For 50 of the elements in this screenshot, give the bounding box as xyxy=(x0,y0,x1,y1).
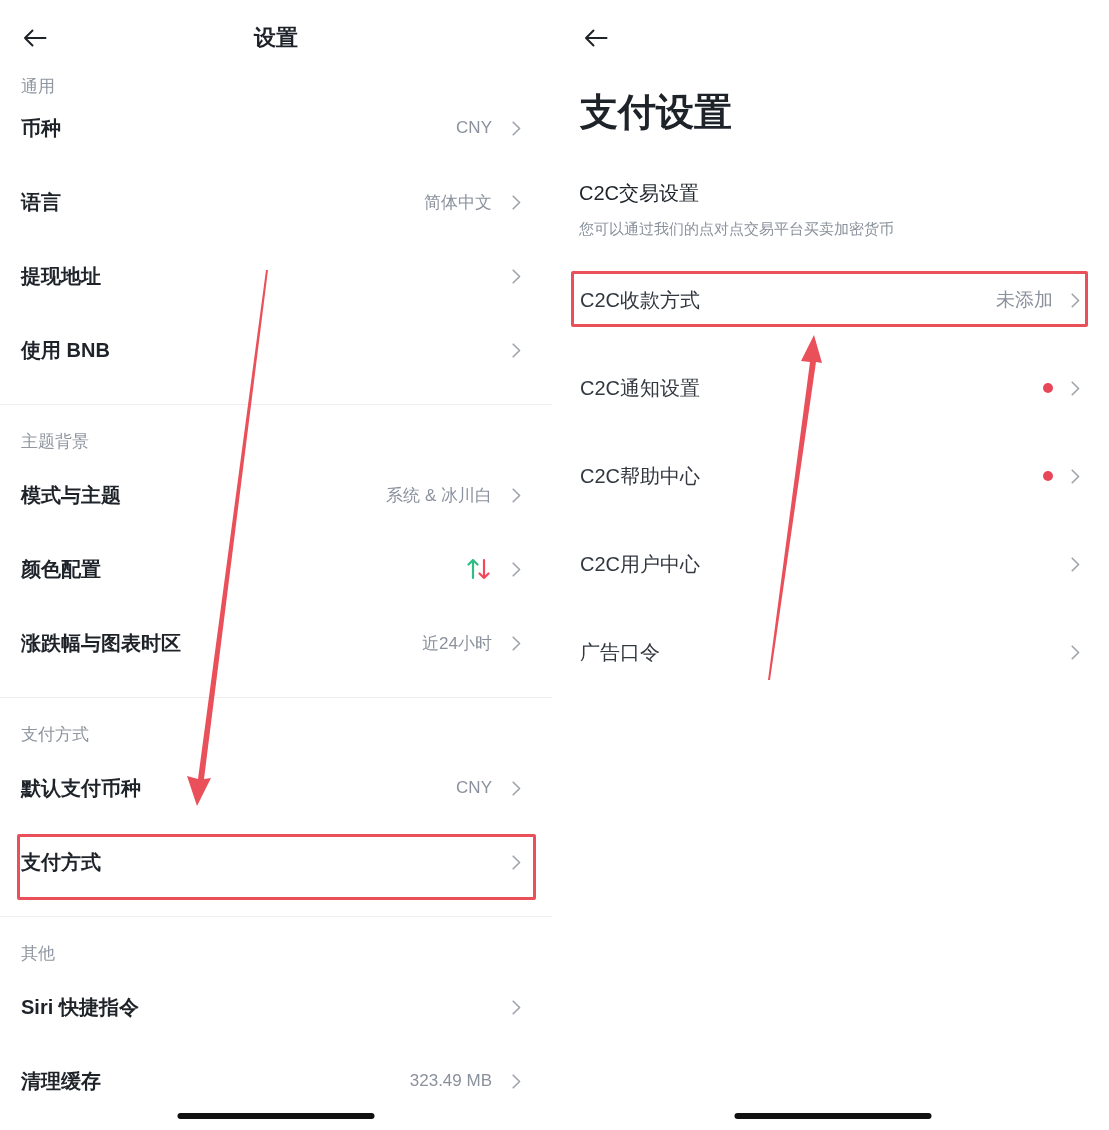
setting-label[interactable]: 支付方式 xyxy=(21,848,101,876)
setting-label[interactable]: Siri 快捷指令 xyxy=(21,993,139,1021)
setting-label[interactable]: C2C用户中心 xyxy=(580,550,700,578)
setting-label[interactable]: C2C收款方式 xyxy=(580,286,700,314)
setting-label[interactable]: 币种 xyxy=(21,114,61,142)
section-title: 通用 xyxy=(21,76,55,98)
screen-title: 支付设置 xyxy=(580,90,732,135)
section-title: 其他 xyxy=(21,943,55,965)
setting-value: 323.49 MB xyxy=(409,1071,492,1091)
setting-label[interactable]: 涨跌幅与图表时区 xyxy=(21,629,181,657)
chevron-right-icon xyxy=(512,999,521,1015)
setting-label[interactable]: 模式与主题 xyxy=(21,481,121,509)
chevron-right-icon xyxy=(512,268,521,284)
chevron-right-icon xyxy=(1071,644,1080,660)
setting-label[interactable]: C2C通知设置 xyxy=(580,374,700,402)
chevron-right-icon xyxy=(512,342,521,358)
setting-value: CNY xyxy=(456,778,492,798)
section-title: 支付方式 xyxy=(21,724,89,746)
setting-label[interactable]: C2C帮助中心 xyxy=(580,462,700,490)
screen-title: 设置 xyxy=(254,23,298,52)
setting-label[interactable]: 广告口令 xyxy=(580,638,660,666)
setting-label[interactable]: 清理缓存 xyxy=(21,1067,101,1095)
chevron-right-icon xyxy=(512,194,521,210)
chevron-right-icon xyxy=(1071,292,1080,308)
setting-label[interactable]: 颜色配置 xyxy=(21,555,101,583)
chevron-right-icon xyxy=(512,561,521,577)
setting-value: 未添加 xyxy=(996,288,1053,312)
chevron-right-icon xyxy=(1071,556,1080,572)
chevron-right-icon xyxy=(1071,380,1080,396)
back-icon[interactable] xyxy=(23,28,47,47)
setting-label[interactable]: 默认支付币种 xyxy=(21,774,141,802)
setting-label[interactable]: 使用 BNB xyxy=(21,336,110,364)
chevron-right-icon xyxy=(1071,468,1080,484)
section-title: C2C交易设置 xyxy=(579,181,699,206)
chevron-right-icon xyxy=(512,635,521,651)
setting-label[interactable]: 语言 xyxy=(21,188,61,216)
section-description: 您可以通过我们的点对点交易平台买卖加密货币 xyxy=(579,219,894,239)
setting-value: CNY xyxy=(456,118,492,138)
chevron-right-icon xyxy=(512,120,521,136)
setting-value: 简体中文 xyxy=(424,191,492,214)
chevron-right-icon xyxy=(512,854,521,870)
section-title: 主题背景 xyxy=(21,431,89,453)
setting-value: 近24小时 xyxy=(422,632,492,655)
up-down-arrows-icon xyxy=(467,558,491,580)
setting-label[interactable]: 提现地址 xyxy=(21,262,101,290)
back-icon[interactable] xyxy=(584,28,608,47)
setting-value: 系统 & 冰川白 xyxy=(386,484,492,507)
chevron-right-icon xyxy=(512,780,521,796)
chevron-right-icon xyxy=(512,487,521,503)
chevron-right-icon xyxy=(512,1073,521,1089)
